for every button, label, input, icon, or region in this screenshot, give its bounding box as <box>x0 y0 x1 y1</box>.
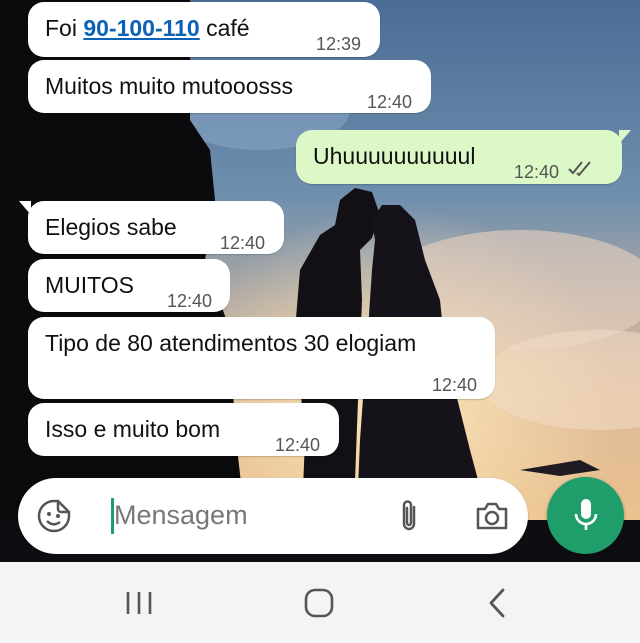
camera-icon[interactable] <box>474 500 510 532</box>
message-text: Tipo de 80 atendimentos 30 elogiam <box>45 330 417 356</box>
message-bubble-incoming[interactable]: Foi 90-100-110 café 12:39 <box>28 2 380 57</box>
message-text: Uhuuuuuuuuuul <box>313 143 476 169</box>
mic-icon <box>574 499 598 530</box>
phone-number-link[interactable]: 90-100-110 <box>83 15 199 41</box>
message-text: Isso e muito bom <box>45 416 221 442</box>
message-bubble-incoming[interactable]: Muitos muito mutooosss 12:40 <box>28 60 431 113</box>
message-bubble-incoming[interactable]: Tipo de 80 atendimentos 30 elogiam 12:40 <box>28 317 495 399</box>
message-text: Elegios sabe <box>45 214 177 240</box>
message-text: Foi 90-100-110 café <box>45 15 250 41</box>
message-timestamp: 12:40 <box>220 233 266 253</box>
voice-message-button[interactable] <box>547 477 624 554</box>
home-icon[interactable] <box>303 588 335 618</box>
bubble-tail <box>619 130 631 144</box>
message-text: Muitos muito mutooosss <box>45 73 293 99</box>
sticker-icon[interactable] <box>37 499 71 533</box>
attach-icon[interactable] <box>396 498 422 534</box>
system-navigation-bar <box>0 562 640 643</box>
message-bubble-incoming[interactable]: Elegios sabe 12:40 <box>19 201 284 254</box>
message-bubble-incoming[interactable]: MUITOS 12:40 <box>28 259 230 312</box>
message-timestamp: 12:40 <box>432 375 478 395</box>
recent-apps-icon[interactable] <box>124 590 154 616</box>
message-timestamp: 12:40 <box>514 162 560 182</box>
read-double-check-icon <box>568 161 591 176</box>
message-bubble-outgoing[interactable]: Uhuuuuuuuuuul 12:40 <box>296 130 631 184</box>
message-timestamp: 12:39 <box>316 34 362 54</box>
message-composer[interactable]: Mensagem <box>18 478 528 554</box>
message-bubble-incoming[interactable]: Isso e muito bom 12:40 <box>28 403 339 456</box>
message-timestamp: 12:40 <box>367 92 413 112</box>
back-icon[interactable] <box>486 587 508 619</box>
bubble-tail <box>19 201 31 215</box>
message-timestamp: 12:40 <box>167 291 213 311</box>
message-text: MUITOS <box>45 272 135 298</box>
message-timestamp: 12:40 <box>275 435 321 455</box>
message-input-placeholder[interactable]: Mensagem <box>114 500 248 531</box>
